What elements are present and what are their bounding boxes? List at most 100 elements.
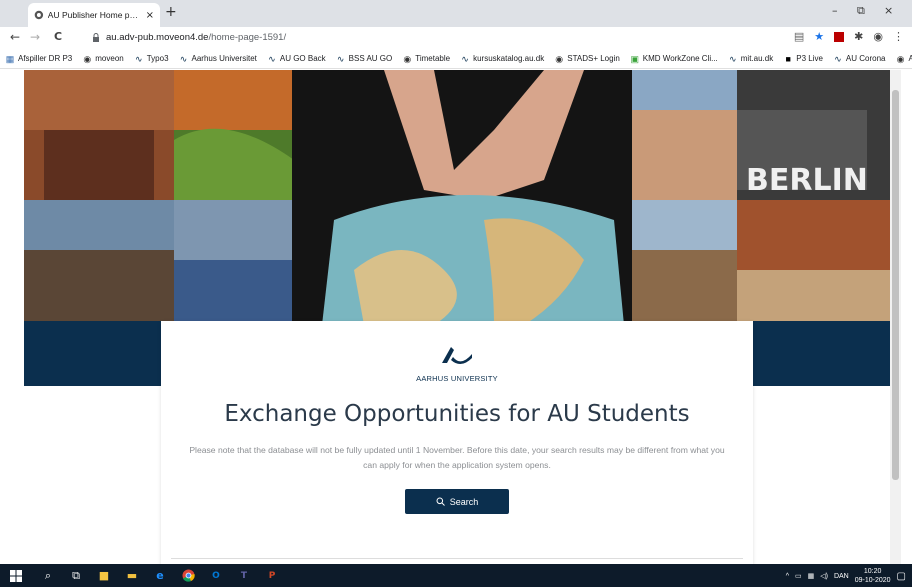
au-icon: ∿ xyxy=(268,53,276,64)
minimize-button[interactable]: – xyxy=(832,4,838,17)
teams-icon[interactable]: T xyxy=(236,568,252,584)
tv-icon: ▦ xyxy=(5,53,15,64)
globe-icon xyxy=(34,10,44,20)
au-icon: ∿ xyxy=(461,53,469,64)
search-button[interactable]: Search xyxy=(405,489,509,514)
bookmark-label: KMD WorkZone Cli... xyxy=(642,54,718,63)
page-title: Exchange Opportunities for AU Students xyxy=(224,401,690,427)
edge-icon[interactable]: e xyxy=(152,568,168,584)
file-explorer-icon[interactable]: ▬ xyxy=(124,568,140,584)
search-icon[interactable]: ⌕ xyxy=(40,568,56,584)
system-tray: ^ ▭ ▦ ◁) DAN 10:20 09-10-2020 ▢ xyxy=(786,567,906,585)
au-icon: ∿ xyxy=(134,53,143,64)
bookmark-label: Aarhus Universitet xyxy=(191,54,257,63)
bookmark-label: AU GO Back xyxy=(279,54,326,63)
au-icon: ∿ xyxy=(179,53,188,64)
au-icon: ∿ xyxy=(336,53,345,64)
browser-tab-strip: AU Publisher Home page – 2 – A × + – ⧉ × xyxy=(0,0,912,27)
address-bar[interactable]: au.adv-pub.moveon4.de/home-page-1591/ xyxy=(92,29,286,46)
globe-icon: ◉ xyxy=(896,53,905,64)
au-logo-icon xyxy=(161,343,753,371)
bookmark-item[interactable]: ■ P3 Live xyxy=(778,54,828,64)
windows-taskbar: ⌕ ⧉ ■ ▬ e O T P xyxy=(0,564,912,587)
menu-icon[interactable]: ⋮ xyxy=(893,30,904,43)
battery-icon[interactable]: ▭ xyxy=(795,572,802,580)
database-notice: Please note that the database will not b… xyxy=(189,445,725,470)
show-hidden-icons-icon[interactable]: ^ xyxy=(786,573,789,580)
bookmark-label: BSS AU GO xyxy=(348,54,393,63)
reload-button[interactable]: C xyxy=(54,30,62,43)
system-clock[interactable]: 10:20 09-10-2020 xyxy=(855,567,891,585)
extensions-icon[interactable]: ✱ xyxy=(854,30,863,43)
bookmark-label: Typo3 xyxy=(146,54,169,63)
bookmark-label: mit.au.dk xyxy=(740,54,774,63)
network-icon[interactable]: ▦ xyxy=(808,572,815,580)
bookmark-item[interactable]: ∿ AU Corona xyxy=(828,54,891,64)
bookmark-item[interactable]: ∿ kursuskatalog.au.dk xyxy=(455,54,549,64)
back-button[interactable]: ← xyxy=(10,30,20,44)
berlin-sign-text: BERLIN xyxy=(746,163,868,198)
au-icon: ∿ xyxy=(834,53,842,64)
bookmark-star-icon[interactable]: ★ xyxy=(814,30,824,43)
search-icon xyxy=(436,497,445,506)
hero-image: BERLIN xyxy=(24,70,890,325)
tab-close-icon[interactable]: × xyxy=(146,10,154,21)
search-button-label: Search xyxy=(449,496,479,507)
bookmark-label: kursuskatalog.au.dk xyxy=(473,54,545,63)
task-view-icon[interactable]: ⧉ xyxy=(68,568,84,584)
scrollbar-thumb[interactable] xyxy=(892,90,899,480)
clock-date: 09-10-2020 xyxy=(854,577,891,584)
new-tab-button[interactable]: + xyxy=(165,4,177,20)
bookmark-item[interactable]: ◉ AU Publisher Move... xyxy=(891,54,912,64)
lock-icon xyxy=(93,33,99,42)
bookmark-label: moveon xyxy=(95,54,124,63)
windows-start-icon[interactable] xyxy=(8,568,24,584)
au-icon: ∿ xyxy=(728,53,737,64)
powerpoint-icon[interactable]: P xyxy=(264,568,280,584)
bookmarks-bar: ▦ Afspiller DR P3 ◉ moveon ∿ Typo3 ∿ Aarhus Uni… xyxy=(0,49,912,69)
forward-button[interactable]: → xyxy=(30,30,40,44)
bookmark-item[interactable]: ▦ Afspiller DR P3 xyxy=(0,54,77,64)
profile-icon[interactable]: ◉ xyxy=(873,30,883,43)
bookmark-label: AU Publisher Move... xyxy=(909,54,912,63)
globe-icon: ◉ xyxy=(403,53,412,64)
language-indicator[interactable]: DAN xyxy=(834,573,849,580)
volume-icon[interactable]: ◁) xyxy=(820,572,828,580)
bookmark-item[interactable]: ◉ Timetable xyxy=(397,54,455,64)
logo-text: AARHUS UNIVERSITY xyxy=(416,374,498,383)
bookmark-item[interactable]: ∿ Aarhus Universitet xyxy=(174,54,262,64)
chrome-icon[interactable] xyxy=(180,568,196,584)
translate-icon[interactable]: ▤ xyxy=(794,30,804,43)
bookmark-item[interactable]: ◉ moveon xyxy=(77,54,128,64)
bookmark-label: AU Corona xyxy=(845,54,886,63)
tab-title: AU Publisher Home page – 2 – A xyxy=(47,10,142,20)
card-divider xyxy=(171,558,743,559)
bookmark-item[interactable]: ▣ KMD WorkZone Cli... xyxy=(625,54,723,64)
page-scrollbar[interactable] xyxy=(890,70,901,564)
bookmark-label: Timetable xyxy=(415,54,451,63)
clock-time: 10:20 xyxy=(863,568,882,575)
bookmark-label: STADS+ Login xyxy=(567,54,620,63)
content-card: AARHUS UNIVERSITY Exchange Opportunities… xyxy=(161,321,753,566)
maximize-button[interactable]: ⧉ xyxy=(857,4,865,18)
notifications-icon[interactable]: ▢ xyxy=(897,571,906,582)
outlook-icon[interactable]: O xyxy=(208,568,224,584)
bookmark-label: Afspiller DR P3 xyxy=(18,54,73,63)
globe-icon: ◉ xyxy=(83,53,92,64)
bookmark-label: P3 Live xyxy=(796,54,823,63)
store-icon[interactable]: ■ xyxy=(96,568,112,584)
bookmark-item[interactable]: ∿ Typo3 xyxy=(129,54,174,64)
url-path: /home-page-1591/ xyxy=(208,32,287,43)
browser-tab[interactable]: AU Publisher Home page – 2 – A × xyxy=(28,3,160,27)
bookmark-item[interactable]: ∿ BSS AU GO xyxy=(331,54,398,64)
dr-icon: ■ xyxy=(785,53,791,64)
kmd-icon: ▣ xyxy=(630,53,640,64)
bookmark-item[interactable]: ◉ STADS+ Login xyxy=(549,54,625,64)
url-domain: au.adv-pub.moveon4.de xyxy=(106,32,209,43)
globe-icon: ◉ xyxy=(555,53,564,64)
bookmark-item[interactable]: ∿ mit.au.dk xyxy=(723,54,778,64)
pdf-extension-icon[interactable] xyxy=(834,31,845,42)
close-window-button[interactable]: × xyxy=(884,4,893,17)
bookmark-item[interactable]: ∿ AU GO Back xyxy=(262,54,331,64)
browser-toolbar-icons: ▤ ★ ✱ ◉ ⋮ xyxy=(794,30,904,43)
